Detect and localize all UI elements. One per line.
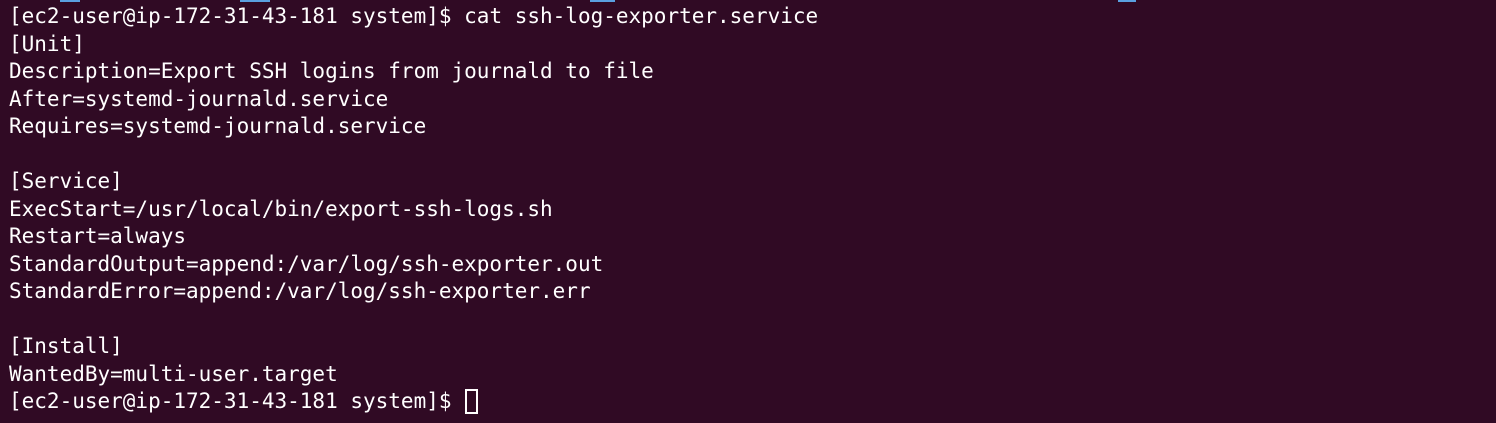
shell-prompt: [ec2-user@ip-172-31-43-181 system]$ xyxy=(9,389,465,413)
output-line: Requires=systemd-journald.service xyxy=(9,114,427,138)
text-cursor[interactable] xyxy=(465,389,479,414)
command-line: [ec2-user@ip-172-31-43-181 system]$ cat … xyxy=(9,3,1496,31)
output-line: After=systemd-journald.service xyxy=(9,86,389,111)
shell-prompt: [ec2-user@ip-172-31-43-181 system]$ xyxy=(9,4,465,28)
output-line: Restart=always xyxy=(9,224,187,248)
output-line: StandardOutput=append:/var/log/ssh-expor… xyxy=(9,251,604,276)
output-line: StandardError=append:/var/log/ssh-export… xyxy=(9,279,591,303)
command-text: cat ssh-log-exporter.service xyxy=(464,4,819,28)
input-line[interactable]: [ec2-user@ip-172-31-43-181 system]$ xyxy=(9,388,1496,416)
output-line: [Service] xyxy=(9,169,123,193)
terminal-window[interactable]: [ec2-user@ip-172-31-43-181 system]$ cat … xyxy=(0,0,1496,423)
output-line: Description=Export SSH logins from journ… xyxy=(9,59,654,83)
output-line: WantedBy=multi-user.target xyxy=(9,361,338,386)
output-line: [Install] xyxy=(9,334,123,358)
output-line: [Unit] xyxy=(9,31,85,56)
output-line: ExecStart=/usr/local/bin/export-ssh-logs… xyxy=(9,196,553,221)
previous-output-fragment xyxy=(0,0,1496,2)
